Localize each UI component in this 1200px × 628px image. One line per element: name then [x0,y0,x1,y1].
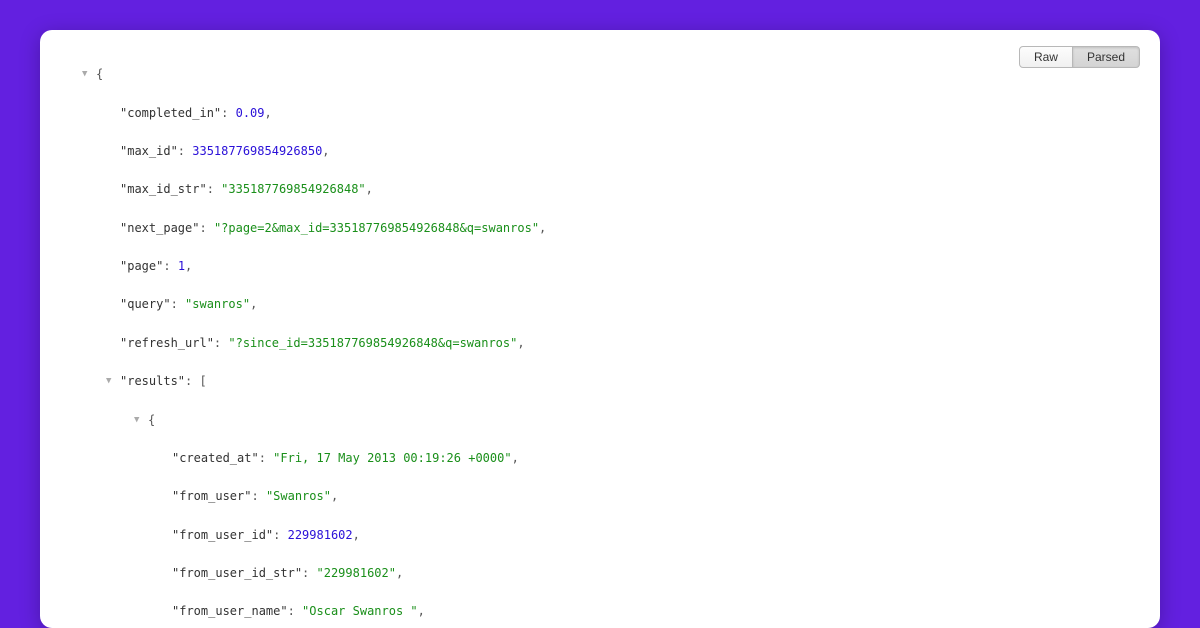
kv-from-user: "from_user": "Swanros", [56,487,1140,506]
kv-refresh-url: "refresh_url": "?since_id=33518776985492… [56,334,1140,353]
kv-from-user-id-str: "from_user_id_str": "229981602", [56,564,1140,583]
kv-completed-in: "completed_in": 0.09, [56,104,1140,123]
disclosure-triangle-icon[interactable]: ▼ [106,374,111,388]
kv-next-page: "next_page": "?page=2&max_id=33518776985… [56,219,1140,238]
disclosure-triangle-icon[interactable]: ▼ [82,67,87,81]
kv-max-id-str: "max_id_str": "335187769854926848", [56,180,1140,199]
kv-query: "query": "swanros", [56,295,1140,314]
json-tree: ▼{ "completed_in": 0.09, "max_id": 33518… [56,46,1140,628]
kv-created-at: "created_at": "Fri, 17 May 2013 00:19:26… [56,449,1140,468]
kv-from-user-id: "from_user_id": 229981602, [56,526,1140,545]
result-0-open: ▼{ [56,411,1140,430]
kv-from-user-name: "from_user_name": "Oscar Swanros ", [56,602,1140,621]
disclosure-triangle-icon[interactable]: ▼ [134,413,139,427]
kv-page: "page": 1, [56,257,1140,276]
kv-results: ▼"results": [ [56,372,1140,391]
root-open: ▼{ [56,65,1140,84]
json-viewer-panel: Raw Parsed ▼{ "completed_in": 0.09, "max… [40,30,1160,628]
kv-max-id: "max_id": 335187769854926850, [56,142,1140,161]
